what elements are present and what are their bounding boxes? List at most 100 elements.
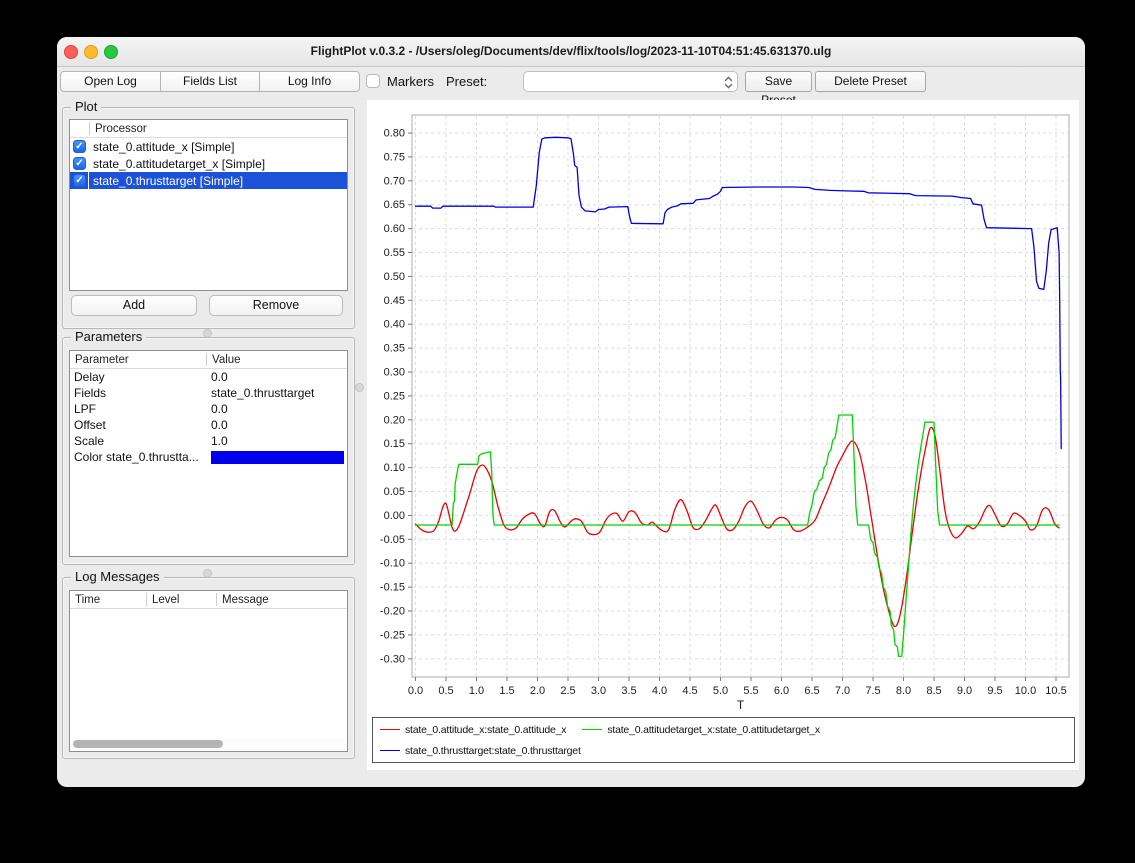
log-messages-groupbox: Log Messages Time Level Message	[62, 577, 355, 759]
log-info-button[interactable]: Log Info	[259, 71, 360, 92]
y-tick-label: -0.20	[380, 606, 405, 618]
param-value-cell[interactable]: state_0.thrusttarget	[207, 386, 347, 400]
horizontal-scrollbar[interactable]	[71, 738, 346, 750]
x-tick-label: 2.5	[560, 685, 575, 697]
x-tick-label: 8.5	[926, 685, 941, 697]
y-tick-label: 0.55	[384, 247, 405, 259]
y-tick-label: -0.30	[380, 653, 405, 665]
y-tick-label: 0.70	[384, 175, 405, 187]
y-tick-label: -0.15	[380, 582, 405, 594]
plot-table-header: Processor	[70, 120, 347, 138]
delete-preset-button[interactable]: Delete Preset	[815, 71, 926, 92]
combo-stepper-icon[interactable]	[723, 75, 734, 95]
legend-label: state_0.thrusttarget:state_0.thrusttarge…	[405, 745, 581, 757]
log-messages-table[interactable]: Time Level Message	[69, 590, 348, 752]
param-row[interactable]: Fieldsstate_0.thrusttarget	[70, 385, 347, 401]
parameters-table[interactable]: Parameter Value Delay0.0Fieldsstate_0.th…	[69, 350, 348, 557]
y-tick-label: 0.40	[384, 319, 405, 331]
x-tick-label: 5.0	[713, 685, 728, 697]
y-tick-label: -0.05	[380, 534, 405, 546]
chart-panel: 0.800.750.700.650.600.550.500.450.400.35…	[367, 100, 1079, 770]
scrollbar-thumb[interactable]	[73, 740, 223, 748]
param-value-cell[interactable]: 1.0	[207, 434, 347, 448]
x-tick-label: 7.0	[835, 685, 850, 697]
markers-checkbox[interactable]	[366, 74, 380, 88]
titlebar: FlightPlot v.0.3.2 - /Users/oleg/Documen…	[57, 37, 1085, 67]
save-preset-button[interactable]: Save Preset	[745, 71, 812, 92]
x-tick-label: 1.5	[499, 685, 514, 697]
param-name-cell: Color state_0.thrustta...	[70, 450, 207, 464]
series-checkbox[interactable]: ✓	[73, 157, 86, 170]
x-tick-label: 1.0	[469, 685, 484, 697]
legend-line-sample	[380, 729, 400, 730]
vertical-splitter-grip[interactable]	[355, 383, 364, 392]
preset-label: Preset:	[446, 71, 487, 92]
flightplot-window: FlightPlot v.0.3.2 - /Users/oleg/Documen…	[57, 37, 1085, 787]
x-axis-label: T	[737, 698, 745, 712]
plot-groupbox-title: Plot	[71, 99, 101, 114]
y-tick-label: 0.75	[384, 151, 405, 163]
parameter-column-header: Parameter	[70, 354, 206, 366]
plot-series-row[interactable]: ✓state_0.thrusttarget [Simple]	[70, 172, 347, 189]
x-tick-label: 4.5	[682, 685, 697, 697]
y-tick-label: 0.15	[384, 438, 405, 450]
param-value-cell[interactable]: 0.0	[207, 418, 347, 432]
minimize-window-button[interactable]	[84, 45, 98, 59]
y-tick-label: 0.80	[384, 128, 405, 140]
legend-label: state_0.attitude_x:state_0.attitude_x	[405, 724, 566, 736]
x-tick-label: 10.5	[1045, 685, 1066, 697]
x-tick-label: 10.0	[1015, 685, 1036, 697]
param-row[interactable]: Offset0.0	[70, 417, 347, 433]
param-row[interactable]: LPF0.0	[70, 401, 347, 417]
x-tick-label: 9.0	[957, 685, 972, 697]
legend-label: state_0.attitudetarget_x:state_0.attitud…	[607, 724, 820, 736]
param-row[interactable]: Color state_0.thrustta...	[70, 449, 347, 465]
y-tick-label: 0.65	[384, 199, 405, 211]
remove-button[interactable]: Remove	[209, 295, 343, 316]
flight-data-chart[interactable]: 0.800.750.700.650.600.550.500.450.400.35…	[367, 100, 1079, 712]
param-name-cell: Offset	[70, 418, 207, 432]
y-tick-label: 0.50	[384, 271, 405, 283]
legend-line-sample	[380, 750, 400, 751]
plot-series-row[interactable]: ✓state_0.attitude_x [Simple]	[70, 138, 347, 155]
y-tick-label: -0.25	[380, 629, 405, 641]
plot-series-table[interactable]: Processor ✓state_0.attitude_x [Simple]✓s…	[69, 119, 348, 291]
plot-groupbox: Plot Processor ✓state_0.attitude_x [Simp…	[62, 107, 355, 329]
open-log-button[interactable]: Open Log	[60, 71, 161, 92]
series-checkbox[interactable]: ✓	[73, 140, 86, 153]
add-button[interactable]: Add	[71, 295, 197, 316]
y-tick-label: 0.30	[384, 367, 405, 379]
x-tick-label: 2.0	[530, 685, 545, 697]
param-row[interactable]: Delay0.0	[70, 369, 347, 385]
markers-label: Markers	[387, 71, 434, 92]
param-value-cell[interactable]	[207, 451, 347, 464]
x-tick-label: 0.5	[438, 685, 453, 697]
x-tick-label: 4.0	[652, 685, 667, 697]
param-value-cell[interactable]: 0.0	[207, 402, 347, 416]
param-value-cell[interactable]: 0.0	[207, 370, 347, 384]
color-swatch[interactable]	[211, 451, 344, 464]
value-column-header: Value	[207, 354, 241, 366]
x-tick-label: 8.0	[896, 685, 911, 697]
close-window-button[interactable]	[64, 45, 78, 59]
legend-item: state_0.attitude_x:state_0.attitude_x	[380, 724, 566, 736]
fields-list-button[interactable]: Fields List	[160, 71, 260, 92]
y-tick-label: 0.05	[384, 486, 405, 498]
log-messages-groupbox-title: Log Messages	[71, 569, 164, 584]
x-tick-label: 7.5	[865, 685, 880, 697]
legend-item: state_0.attitudetarget_x:state_0.attitud…	[582, 724, 820, 736]
param-name-cell: Fields	[70, 386, 207, 400]
y-tick-label: 0.00	[384, 510, 405, 522]
x-tick-label: 9.5	[987, 685, 1002, 697]
param-row[interactable]: Scale1.0	[70, 433, 347, 449]
level-column-header: Level	[147, 594, 216, 606]
preset-combobox[interactable]	[523, 71, 738, 92]
series-checkbox[interactable]: ✓	[73, 174, 86, 187]
zoom-window-button[interactable]	[104, 45, 118, 59]
x-tick-label: 3.5	[621, 685, 636, 697]
plot-series-label: state_0.attitudetarget_x [Simple]	[89, 157, 265, 171]
plot-series-row[interactable]: ✓state_0.attitudetarget_x [Simple]	[70, 155, 347, 172]
processor-column-header: Processor	[90, 123, 147, 135]
series-path-0	[416, 427, 1060, 626]
x-tick-label: 3.0	[591, 685, 606, 697]
